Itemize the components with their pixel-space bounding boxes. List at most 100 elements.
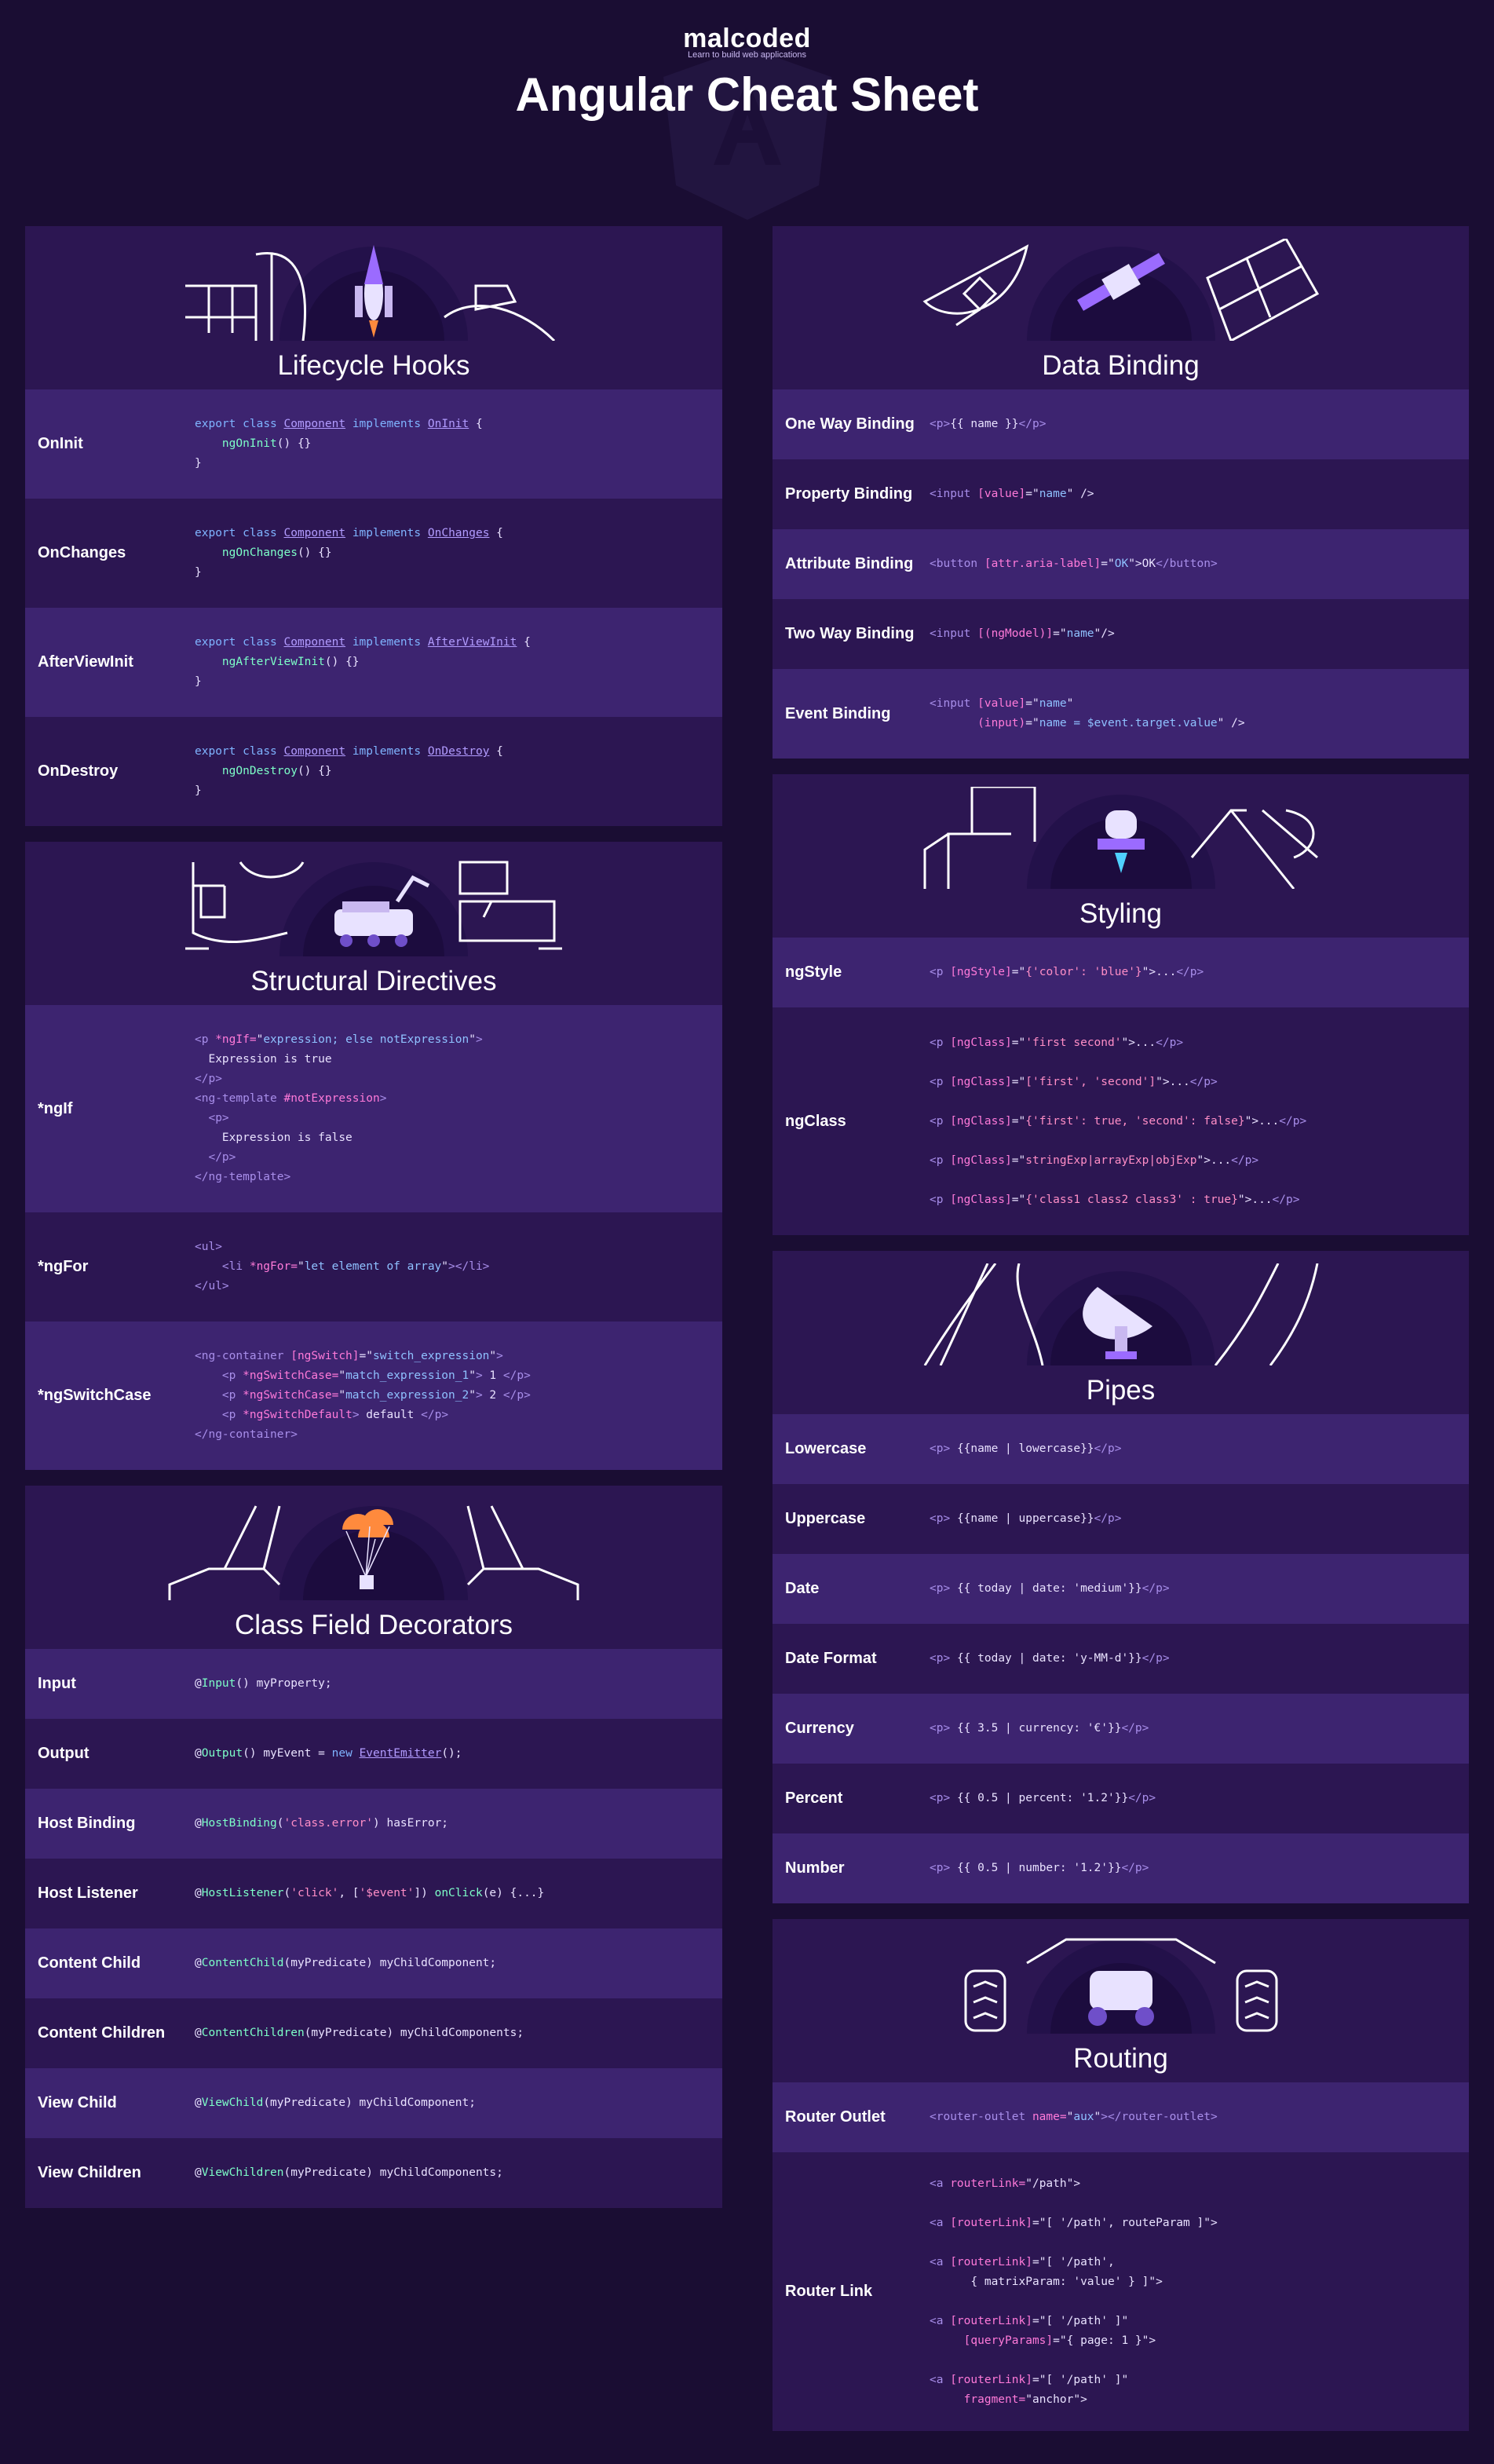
code-token: {{ name }} (950, 418, 1019, 430)
code-snippet[interactable]: <p> {{name | uppercase}}</p> (930, 1509, 1121, 1529)
code-snippet[interactable]: <p *ngIf="expression; else notExpression… (195, 1030, 483, 1187)
row-label: Router Link (785, 2283, 873, 2300)
code-snippet[interactable]: @HostBinding('class.error') hasError; (195, 1814, 448, 1833)
table-row: Currency <p> {{ 3.5 | currency: '€'}}</p… (773, 1694, 1469, 1764)
code-snippet[interactable]: @ViewChild(myPredicate) myChildComponent… (195, 2093, 476, 2113)
code-token: {{ 0.5 | percent: '1.2'}} (956, 1792, 1129, 1804)
code-snippet[interactable]: export class Component implements OnDest… (195, 742, 503, 801)
code-snippet[interactable]: @ContentChildren(myPredicate) myChildCom… (195, 2023, 524, 2043)
code-snippet[interactable]: export class Component implements OnInit… (195, 415, 483, 473)
code-token: ['first', 'second'] (1025, 1076, 1156, 1088)
code-token: {{name | lowercase}} (956, 1442, 1094, 1455)
code-snippet[interactable]: @Input() myProperty; (195, 1674, 332, 1694)
code-token: {{ today | date: 'medium'}} (956, 1582, 1142, 1595)
code-snippet[interactable]: <p>{{ name }}</p> (930, 415, 1046, 434)
table-row: OnChanges export class Component impleme… (25, 499, 722, 608)
code-token: match_expression_1 (345, 1369, 469, 1382)
radar-dish-icon (923, 1263, 1318, 1365)
card-header: Lifecycle Hooks (25, 226, 722, 389)
code-token: [value] (977, 697, 1026, 710)
code-snippet[interactable]: <input [(ngModel)]="name"/> (930, 624, 1115, 644)
code-snippet[interactable]: <input [value]="name" (input)="name = $e… (930, 694, 1245, 733)
table-row: Date Format <p> {{ today | date: 'y-MM-d… (773, 1624, 1469, 1694)
card-title: Pipes (1086, 1375, 1156, 1406)
table-row: AfterViewInit export class Component imp… (25, 608, 722, 717)
table-row: Number <p> {{ 0.5 | number: '1.2'}}</p> (773, 1833, 1469, 1903)
row-label: ngStyle (785, 963, 842, 981)
card-title: Routing (1073, 2043, 1168, 2074)
code-token: let element of array (304, 1260, 442, 1273)
table-row: Uppercase <p> {{name | uppercase}}</p> (773, 1484, 1469, 1554)
table-row: Content Children @ContentChildren(myPred… (25, 1998, 722, 2068)
row-label: *ngFor (38, 1258, 89, 1275)
card-title: Structural Directives (250, 966, 497, 996)
code-snippet[interactable]: export class Component implements OnChan… (195, 524, 503, 583)
left-column: Lifecycle Hooks OnInit export class Comp… (25, 226, 722, 2224)
code-snippet[interactable]: <p> {{ today | date: 'y-MM-d'}}</p> (930, 1649, 1170, 1669)
table-row: Event Binding <input [value]="name" (inp… (773, 669, 1469, 759)
code-snippet[interactable]: <ul> <li *ngFor="let element of array"><… (195, 1237, 489, 1296)
code-snippet[interactable]: @ContentChild(myPredicate) myChildCompon… (195, 1954, 496, 1973)
code-snippet[interactable]: <p> {{ 3.5 | currency: '€'}}</p> (930, 1719, 1149, 1738)
code-token: (e) {...} (482, 1887, 545, 1899)
code-token: OnInit (427, 418, 469, 430)
card-title: Class Field Decorators (235, 1610, 513, 1640)
code-snippet[interactable]: <p [ngClass]="'first second'">...</p> <p… (930, 1023, 1306, 1219)
code-snippet[interactable]: <ng-container [ngSwitch]="switch_express… (195, 1347, 531, 1445)
code-snippet[interactable]: <router-outlet name="aux"></router-outle… (930, 2108, 1218, 2127)
code-token: class (243, 745, 277, 758)
code-token: HostListener (201, 1887, 284, 1899)
table-row: *ngSwitchCase <ng-container [ngSwitch]="… (25, 1322, 722, 1470)
code-token: Component (283, 527, 346, 539)
card-header: Class Field Decorators (25, 1486, 722, 1649)
table-row: OnDestroy export class Component impleme… (25, 717, 722, 826)
row-label: View Child (38, 2094, 117, 2111)
code-token: [attr.aria-label] (984, 558, 1101, 570)
code-token: name (1066, 627, 1094, 640)
code-token: default (359, 1409, 422, 1421)
code-snippet[interactable]: <a routerLink="/path"> <a [routerLink]="… (930, 2174, 1218, 2410)
table-row: Two Way Binding <input [(ngModel)]="name… (773, 599, 1469, 669)
table-row: View Child @ViewChild(myPredicate) myChi… (25, 2068, 722, 2138)
code-token: { (489, 527, 503, 539)
code-snippet[interactable]: <p> {{name | lowercase}}</p> (930, 1439, 1121, 1459)
table-row: Property Binding <input [value]="name" /… (773, 459, 1469, 529)
code-token: expression; else notExpression (263, 1033, 469, 1046)
code-token: #notExpression (283, 1092, 380, 1105)
code-snippet[interactable]: <p> {{ 0.5 | percent: '1.2'}}</p> (930, 1789, 1156, 1808)
code-token: (myPredicate) (304, 2027, 394, 2039)
table-row: Router Link <a routerLink="/path"> <a [r… (773, 2152, 1469, 2431)
code-snippet[interactable]: <p [ngStyle]="{'color': 'blue'}">...</p> (930, 963, 1204, 982)
code-token: myChildComponent; (373, 1957, 497, 1969)
code-token: 'first second' (1025, 1036, 1122, 1049)
row-label: AfterViewInit (38, 653, 133, 671)
row-label: Percent (785, 1790, 843, 1807)
code-snippet[interactable]: <input [value]="name" /> (930, 484, 1094, 504)
code-token: OK (1142, 558, 1156, 570)
code-token: (input) (977, 717, 1026, 729)
code-token: 1 (482, 1369, 503, 1382)
code-token: ContentChildren (201, 2027, 305, 2039)
code-token: name = $event.target.value (1039, 717, 1218, 729)
code-snippet[interactable]: @ViewChildren(myPredicate) myChildCompon… (195, 2163, 503, 2183)
code-token: EventEmitter (359, 1747, 442, 1760)
code-snippet[interactable]: export class Component implements AfterV… (195, 633, 531, 692)
code-token: class (243, 636, 277, 649)
code-snippet[interactable]: @HostListener('click', ['$event']) onCli… (195, 1884, 544, 1903)
table-row: Router Outlet <router-outlet name="aux">… (773, 2082, 1469, 2152)
code-token: ViewChild (201, 2097, 264, 2109)
card-title: Lifecycle Hooks (277, 350, 470, 381)
code-token: AfterViewInit (427, 636, 517, 649)
code-snippet[interactable]: <p> {{ today | date: 'medium'}}</p> (930, 1579, 1170, 1599)
code-snippet[interactable]: @Output() myEvent = new EventEmitter(); (195, 1744, 462, 1764)
code-snippet[interactable]: <p> {{ 0.5 | number: '1.2'}}</p> (930, 1859, 1149, 1878)
satellite-icon (922, 239, 1319, 341)
code-token: OnDestroy (427, 745, 490, 758)
code-snippet[interactable]: <button [attr.aria-label]="OK">OK</butto… (930, 554, 1218, 574)
code-token: () {} (324, 656, 360, 668)
code-token: Expression is true (208, 1053, 332, 1066)
row-label: Lowercase (785, 1440, 867, 1457)
table-row: Host Binding @HostBinding('class.error')… (25, 1789, 722, 1859)
row-label: Property Binding (785, 485, 913, 503)
row-label: OnChanges (38, 544, 126, 561)
